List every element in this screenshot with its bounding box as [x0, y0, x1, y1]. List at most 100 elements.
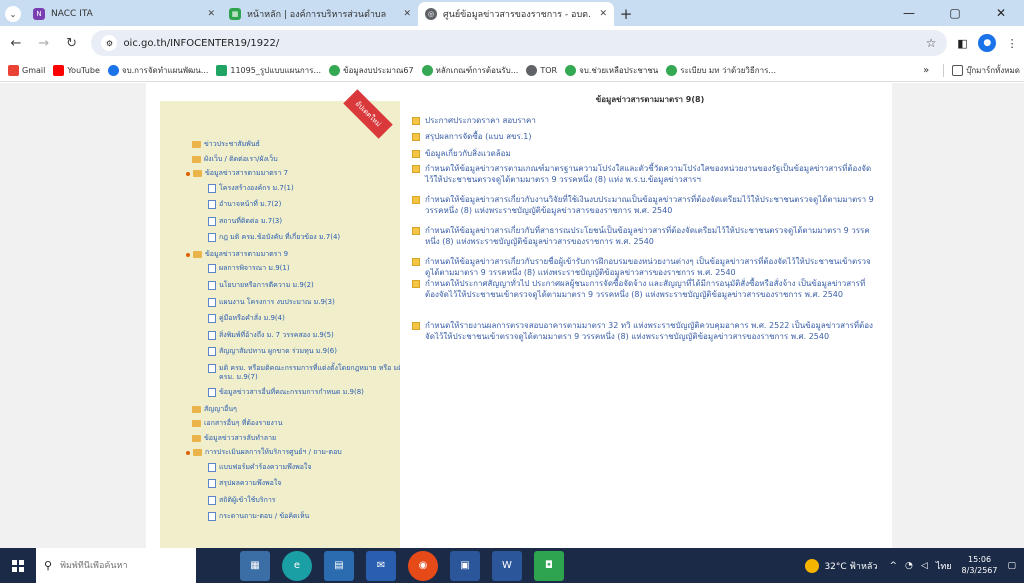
document-link[interactable]: กำหนดให้ข้อมูลข่าวสารเกี่ยวกับงานวิจัยที…	[412, 195, 874, 217]
sidebar-item[interactable]: สถิติผู้เข้าใช้บริการ	[208, 495, 404, 505]
sidebar-panel-icon[interactable]: ◧	[951, 31, 975, 55]
document-link-label: กำหนดให้ประกาศสัญญาทั่วไป ประกาศผลผู้ชนะ…	[425, 279, 866, 299]
taskbar-search-input[interactable]	[60, 560, 181, 571]
document-link[interactable]: กำหนดให้รายงานผลการตรวจสอบอาคารตามมาตรา …	[412, 321, 874, 343]
bookmark-item[interactable]: 11095_รูปแบบแผนการ...	[216, 64, 321, 77]
word-icon[interactable]: W	[492, 550, 522, 581]
bookmark-item[interactable]: จบ.การจัดทำแผนพัฒน...	[107, 64, 208, 77]
bookmark-star-icon[interactable]: ☆	[926, 36, 937, 50]
more-menu-icon[interactable]: ⋮	[1000, 31, 1024, 55]
file-icon	[412, 196, 420, 204]
sidebar-item[interactable]: ข้อมูลข่าวสารตามมาตรา 9	[186, 250, 404, 259]
all-bookmarks-button[interactable]: บุ๊กมาร์กทั้งหมด	[943, 64, 1020, 77]
sidebar-item[interactable]: อำนาจหน้าที่ ม.7(2)	[208, 200, 404, 210]
sidebar-item[interactable]: กระดานถาม-ตอบ / ข้อคิดเห็น	[208, 512, 404, 522]
reload-icon[interactable]: ↻	[60, 31, 84, 55]
taskbar-search[interactable]: ⚲	[36, 548, 196, 583]
document-link[interactable]: ประกาศประกวดราคา สอบราคา	[412, 116, 874, 127]
url-input[interactable]	[123, 37, 884, 49]
file-explorer-icon[interactable]: ▤	[324, 550, 354, 581]
sidebar-item[interactable]: โครงสร้างองค์กร ม.7(1)	[208, 183, 404, 193]
sidebar-item[interactable]: การประเมินผลการให้บริการศูนย์ฯ / ถาม-ตอบ	[186, 448, 404, 457]
document-link[interactable]: กำหนดให้ข้อมูลข่าวสารเกี่ยวกับที่สาธารณป…	[412, 226, 874, 248]
bookmark-item[interactable]: TOR	[526, 65, 557, 76]
sidebar-item[interactable]: เอกสารอื่นๆ ที่ต้องรายงาน	[192, 419, 404, 428]
document-link[interactable]: กำหนดให้ข้อมูลข่าวสารตามเกณฑ์มาตรฐานความ…	[412, 164, 874, 186]
bookmark-item[interactable]: จบ.ช่วยเหลือประชาชน	[565, 64, 658, 77]
bookmark-label: หลักเกณฑ์การต้อนรับ...	[435, 66, 519, 75]
bookmark-item[interactable]: ระเบียบ มท ว่าด้วยวิธีการ...	[666, 64, 776, 77]
sidebar-item[interactable]: ผลการพิจารณา ม.9(1)	[208, 264, 404, 274]
network-icon[interactable]: ◔	[905, 561, 913, 571]
mail-icon[interactable]: ✉	[366, 550, 396, 581]
bookmark-youtube[interactable]: YouTube	[53, 65, 100, 76]
weather-text[interactable]: 32°C ฟ้าหลัว	[824, 559, 877, 573]
profile-avatar-icon[interactable]: ●	[978, 34, 997, 52]
window-controls: — ▢ ✕	[886, 0, 1024, 26]
site-info-icon[interactable]: ⚙	[101, 35, 118, 51]
sidebar-item[interactable]: ผังเว็บ / ติดต่อเรา/ผังเว็บ	[192, 155, 404, 164]
sidebar-item[interactable]: สัญญาอื่นๆ	[192, 405, 404, 414]
task-view-icon[interactable]: ▦	[240, 550, 270, 581]
document-link[interactable]: กำหนดให้ข้อมูลข่าวสารเกี่ยวกับรายชื่อผู้…	[412, 257, 874, 279]
sidebar-item[interactable]: สัญญาสัมปทาน ผูกขาด ร่วมทุน ม.9(6)	[208, 347, 404, 357]
document-icon	[208, 388, 216, 397]
new-tab-button[interactable]: +	[614, 2, 638, 26]
volume-icon[interactable]: ◁	[921, 561, 928, 571]
sidebar-item[interactable]: ข่าวประชาสัมพันธ์	[192, 140, 404, 149]
sidebar-item[interactable]: ข้อมูลข่าวสารตามมาตรา 7	[186, 169, 404, 178]
document-icon	[208, 347, 216, 357]
back-icon[interactable]: ←	[4, 31, 28, 55]
sidebar-item[interactable]: คู่มือหรือคำสั่ง ม.9(4)	[208, 314, 404, 324]
sidebar-item[interactable]: ข้อมูลข่าวสารอื่นที่คณะกรรมการกำหนด ม.9(…	[208, 388, 404, 397]
omnibox[interactable]: ⚙ ☆	[91, 30, 947, 56]
close-icon[interactable]: ✕	[599, 9, 607, 19]
tab-nacc[interactable]: N NACC ITA ✕	[26, 2, 222, 26]
restore-icon[interactable]: ▢	[932, 0, 978, 26]
file-icon	[412, 117, 420, 125]
tab-search-button[interactable]: ⌄	[0, 2, 26, 26]
bookmark-gmail[interactable]: Gmail	[8, 65, 45, 76]
bookmark-item[interactable]: หลักเกณฑ์การต้อนรับ...	[421, 64, 519, 77]
document-link[interactable]: สรุปผลการจัดซื้อ (แบบ สขร.1)	[412, 132, 874, 143]
close-window-icon[interactable]: ✕	[978, 0, 1024, 26]
sidebar-item[interactable]: นโยบายหรือการตีความ ม.9(2)	[208, 281, 404, 290]
sidebar-item-label: แผนงาน โครงการ งบประมาณ ม.9(3)	[219, 297, 335, 306]
document-icon	[208, 200, 216, 210]
bookmarks-overflow-button[interactable]: »	[923, 65, 929, 76]
document-link[interactable]: ข้อมูลเกี่ยวกับสิ่งแวดล้อม	[412, 149, 874, 160]
document-icon	[208, 479, 216, 489]
edge-icon[interactable]: e	[282, 550, 312, 581]
tray-chevron-icon[interactable]: ^	[889, 561, 897, 571]
sidebar-item-label: สัญญาอื่นๆ	[204, 404, 237, 413]
forward-icon[interactable]: →	[32, 31, 56, 55]
minimize-icon[interactable]: —	[886, 0, 932, 26]
store-icon[interactable]: ▣	[450, 550, 480, 581]
sidebar-item[interactable]: สรุปผลความพึงพอใจ	[208, 479, 404, 489]
language-indicator[interactable]: ไทย	[936, 559, 952, 573]
document-link[interactable]: กำหนดให้ประกาศสัญญาทั่วไป ประกาศผลผู้ชนะ…	[412, 279, 874, 301]
line-icon[interactable]: ◘	[534, 550, 564, 581]
document-link-label: กำหนดให้ข้อมูลข่าวสารเกี่ยวกับที่สาธารณป…	[425, 226, 870, 246]
sidebar-item[interactable]: สถานที่ติดต่อ ม.7(3)	[208, 216, 404, 226]
sidebar-item[interactable]: มติ ครม. หรือมติคณะกรรมการที่แต่งตั้งโดย…	[208, 364, 404, 382]
start-button[interactable]	[0, 548, 36, 583]
bookmark-item[interactable]: ข้อมูลงบประมาณ67	[329, 64, 414, 77]
close-icon[interactable]: ✕	[403, 9, 411, 19]
bookmark-label: Gmail	[22, 66, 46, 75]
notification-icon[interactable]: ▢	[1007, 561, 1016, 571]
close-icon[interactable]: ✕	[207, 9, 215, 19]
sidebar-item[interactable]: สิ่งพิมพ์ที่อ้างถึง ม. 7 วรรคสอง ม.9(5)	[208, 330, 404, 340]
chrome-icon[interactable]: ◉	[408, 550, 438, 581]
sidebar-item[interactable]: แบบฟอร์มคำร้องความพึงพอใจ	[208, 462, 404, 472]
file-icon	[412, 150, 420, 158]
globe-icon	[421, 65, 433, 76]
sidebar-item[interactable]: กฎ มติ ครม.ข้อบังคับ ที่เกี่ยวข้อง ม.7(4…	[208, 233, 404, 243]
clock[interactable]: 15:06 8/3/2567	[962, 555, 998, 576]
tab-home[interactable]: ▦ หน้าหลัก | องค์การบริหารส่วนตำบล ✕	[222, 2, 418, 26]
tab-infocenter[interactable]: ◎ ศูนย์ข้อมูลข่าวสารของราชการ - อบต. ✕	[418, 2, 614, 26]
document-icon	[208, 512, 216, 522]
oic-favicon-icon: ▦	[229, 8, 241, 20]
sidebar-item[interactable]: ข้อมูลข่าวสารลับทำลาย	[192, 434, 404, 443]
sidebar-item[interactable]: แผนงาน โครงการ งบประมาณ ม.9(3)	[208, 297, 404, 307]
